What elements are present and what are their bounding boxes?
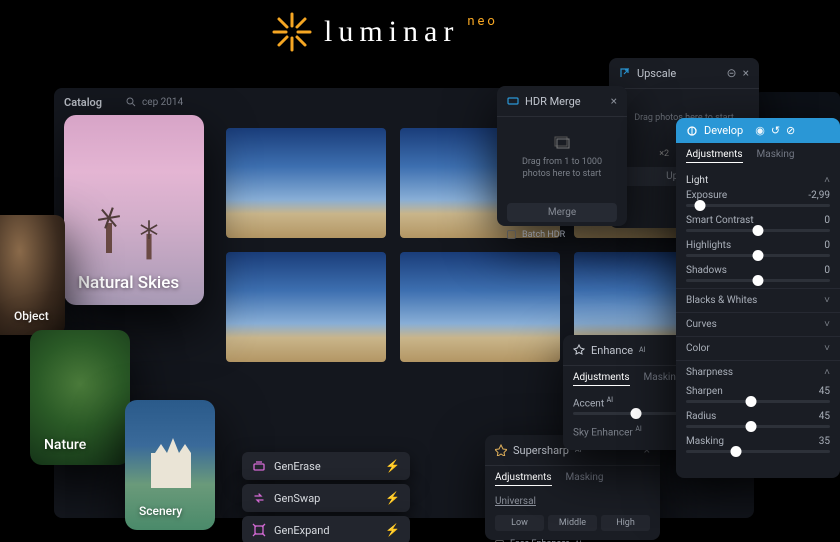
preset-card-scenery[interactable]: Scenery	[125, 400, 215, 530]
gen-label: GenSwap	[274, 492, 320, 505]
preset-label: Natural Skies	[78, 273, 179, 293]
preset-label: Object	[14, 309, 49, 323]
search-text: сер 2014	[142, 97, 183, 108]
supersharp-panel: Supersharp AI × Adjustments Masking Univ…	[485, 435, 660, 540]
genSwap-button[interactable]: GenSwap ⚡	[242, 484, 410, 512]
windmill-icon	[136, 219, 162, 260]
supersharp-icon	[495, 444, 507, 456]
tab-adjustments[interactable]: Adjustments	[573, 372, 630, 386]
supersharp-title: Supersharp	[513, 444, 569, 457]
slider-exposure[interactable]: Exposure-2,99	[676, 188, 840, 213]
slider-highlights[interactable]: Highlights0	[676, 238, 840, 263]
reset-icon[interactable]: ⊘	[786, 124, 795, 137]
batch-checkbox[interactable]	[507, 230, 516, 239]
upscale-icon	[619, 67, 631, 79]
close-icon[interactable]: ×	[743, 66, 749, 80]
strength-middle[interactable]: Middle	[548, 515, 597, 531]
bolt-icon: ⚡	[385, 491, 400, 505]
preset-label: Scenery	[139, 504, 182, 518]
scale-x2[interactable]: ×2	[659, 149, 669, 159]
genExpand-button[interactable]: GenExpand ⚡	[242, 516, 410, 542]
hdr-dropzone[interactable]: Drag from 1 to 1000photos here to start	[497, 117, 627, 199]
photo-thumb[interactable]	[400, 252, 560, 362]
hdr-icon	[507, 95, 519, 107]
catalog-search[interactable]: сер 2014	[126, 97, 183, 108]
slider-smart-contrast[interactable]: Smart Contrast0	[676, 213, 840, 238]
strength-low[interactable]: Low	[495, 515, 544, 531]
windmill-icon	[94, 205, 124, 253]
tab-masking[interactable]: Masking	[757, 149, 795, 163]
genErase-icon	[252, 459, 266, 473]
genErase-button[interactable]: GenErase ⚡	[242, 452, 410, 480]
undo-icon[interactable]: ↺	[771, 124, 780, 137]
enhance-icon	[573, 344, 585, 356]
search-icon	[126, 97, 136, 107]
visibility-icon[interactable]: ◉	[755, 124, 765, 137]
gen-label: GenExpand	[274, 524, 330, 537]
slider-shadows[interactable]: Shadows0	[676, 263, 840, 288]
develop-panel: Develop ◉ ↺ ⊘ Adjustments Masking Light ˄…	[676, 118, 840, 478]
upscale-title: Upscale	[637, 67, 676, 80]
chevron-up-icon[interactable]: ˄	[824, 175, 830, 186]
logo-neo: neo	[467, 14, 498, 29]
catalog-title: Catalog	[64, 96, 102, 109]
stack-icon	[552, 135, 572, 151]
genSwap-icon	[252, 491, 266, 505]
preset-card-nature[interactable]: Nature	[30, 330, 130, 465]
photo-thumb[interactable]	[226, 128, 386, 238]
photo-thumb[interactable]	[226, 252, 386, 362]
tab-adjustments[interactable]: Adjustments	[686, 149, 743, 163]
merge-button[interactable]: Merge	[507, 203, 617, 222]
preset-card-object[interactable]: Object	[0, 215, 65, 335]
settings-icon[interactable]: ⊝	[727, 66, 737, 80]
section-light[interactable]: Light	[686, 175, 708, 186]
logo-spark-icon	[270, 10, 314, 54]
bolt-icon: ⚡	[385, 523, 400, 537]
strength-high[interactable]: High	[601, 515, 650, 531]
gen-label: GenErase	[274, 460, 321, 473]
hdr-title: HDR Merge	[525, 95, 581, 108]
slider-radius[interactable]: Radius45	[676, 409, 840, 434]
app-logo: luminar neo	[270, 10, 498, 54]
enhance-title: Enhance	[591, 344, 633, 357]
preset-label: Nature	[44, 437, 86, 453]
genExpand-icon	[252, 523, 266, 537]
castle-icon	[151, 438, 191, 488]
close-icon[interactable]: ×	[611, 94, 617, 108]
slider-masking[interactable]: Masking35	[676, 434, 840, 459]
tab-masking[interactable]: Masking	[566, 472, 604, 486]
tab-adjustments[interactable]: Adjustments	[495, 472, 552, 486]
develop-title: Develop	[704, 124, 743, 137]
preset-card-natural-skies[interactable]: Natural Skies	[64, 115, 204, 305]
group-color[interactable]: Color˅	[676, 336, 840, 360]
logo-wordmark: luminar	[324, 15, 459, 49]
bolt-icon: ⚡	[385, 459, 400, 473]
group-blacks-whites[interactable]: Blacks & Whites˅	[676, 288, 840, 312]
mode-select[interactable]: Universal	[485, 492, 660, 511]
slider-sharpen[interactable]: Sharpen45	[676, 384, 840, 409]
group-curves[interactable]: Curves˅	[676, 312, 840, 336]
group-sharpness[interactable]: Sharpness˄	[676, 360, 840, 384]
hdr-panel: HDR Merge × Drag from 1 to 1000photos he…	[497, 86, 627, 226]
develop-icon	[686, 125, 698, 137]
